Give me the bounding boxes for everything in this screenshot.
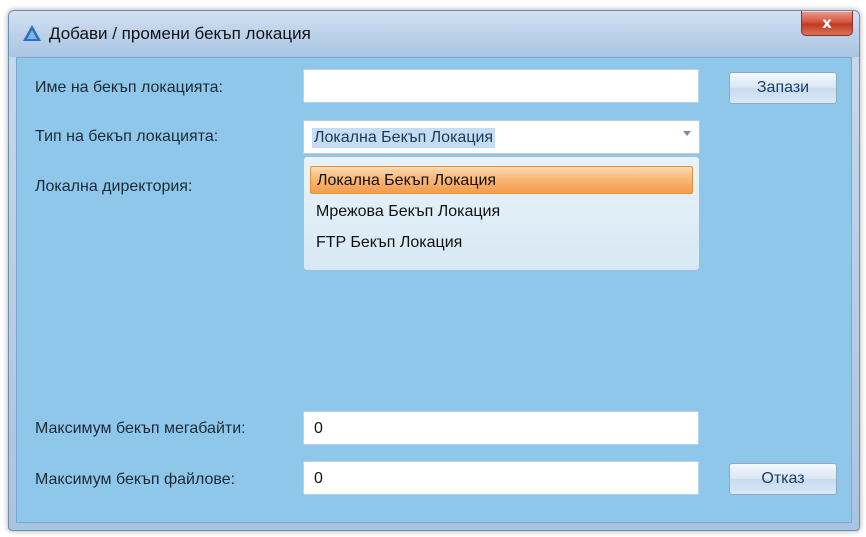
type-selected-value: Локална Бекъп Локация (312, 128, 496, 148)
type-label: Тип на бекъп локацията: (35, 128, 219, 145)
close-icon: x (822, 14, 832, 32)
max-files-input[interactable]: 0 (303, 461, 699, 495)
type-combobox[interactable]: Локална Бекъп Локация (303, 120, 700, 154)
dropdown-option-local[interactable]: Локална Бекъп Локация (310, 166, 693, 194)
dialog-window: Добави / промени бекъп локация x Име на … (8, 10, 860, 531)
app-logo-icon (23, 25, 41, 41)
cancel-button[interactable]: Отказ (729, 463, 837, 495)
close-button[interactable]: x (801, 11, 853, 36)
type-dropdown-list: Локална Бекъп Локация Мрежова Бекъп Лока… (303, 156, 700, 271)
window-title: Добави / промени бекъп локация (49, 24, 311, 43)
local-directory-label: Локална директория: (35, 178, 193, 195)
max-megabytes-label: Максимум бекъп мегабайти: (35, 420, 246, 437)
dropdown-arrow-icon[interactable] (683, 131, 691, 136)
max-files-label: Максимум бекъп файлове: (35, 471, 236, 488)
save-button[interactable]: Запази (729, 72, 837, 104)
max-megabytes-input[interactable]: 0 (303, 411, 699, 445)
name-label: Име на бекъп локацията: (35, 79, 223, 96)
title-bar[interactable]: Добави / промени бекъп локация x (9, 11, 859, 57)
dropdown-option-network[interactable]: Мрежова Бекъп Локация (310, 198, 693, 226)
name-input[interactable] (303, 69, 699, 103)
form-panel: Име на бекъп локацията: Запази Тип на бе… (16, 57, 852, 523)
dropdown-option-ftp[interactable]: FTP Бекъп Локация (310, 229, 693, 257)
